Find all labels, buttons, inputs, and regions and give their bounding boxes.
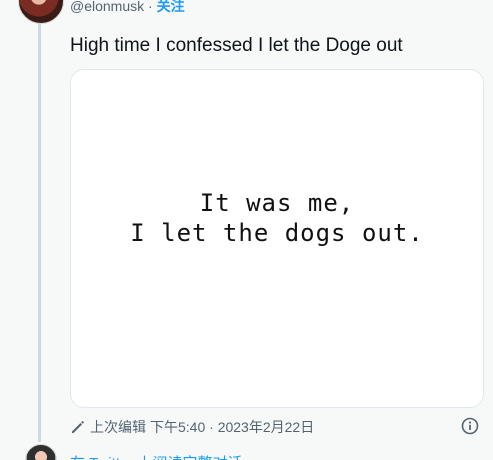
tweet-footer: 上次编辑 下午5:40 · 2023年2月22日 [70,417,314,437]
separator: · [148,0,153,14]
image-text-line-1: It was me, [199,189,355,217]
author-row: @elonmusk · 关注 [70,0,185,14]
pencil-icon [70,419,86,435]
conversation-link-row: 在 Twitter 上阅读完整对话 [18,444,493,460]
author-handle[interactable]: @elonmusk [70,0,144,14]
thread-line [38,22,41,442]
read-conversation-link[interactable]: 在 Twitter 上阅读完整对话 [70,452,243,460]
edit-label[interactable]: 上次编辑 [90,417,146,437]
reply-avatar[interactable] [25,444,57,460]
info-icon[interactable] [461,417,479,435]
image-text-line-2: I let the dogs out. [130,219,424,247]
author-avatar[interactable] [18,0,64,24]
tweet-text: High time I confessed I let the Doge out [70,35,403,56]
follow-button[interactable]: 关注 [157,0,185,14]
tweet-image[interactable]: It was me, I let the dogs out. [70,69,484,408]
tweet-card: @elonmusk · 关注 High time I confessed I l… [0,0,493,460]
twitter-embed-page: @elonmusk · 关注 High time I confessed I l… [0,0,493,460]
tweet-timestamp[interactable]: 下午5:40 · 2023年2月22日 [150,417,314,437]
